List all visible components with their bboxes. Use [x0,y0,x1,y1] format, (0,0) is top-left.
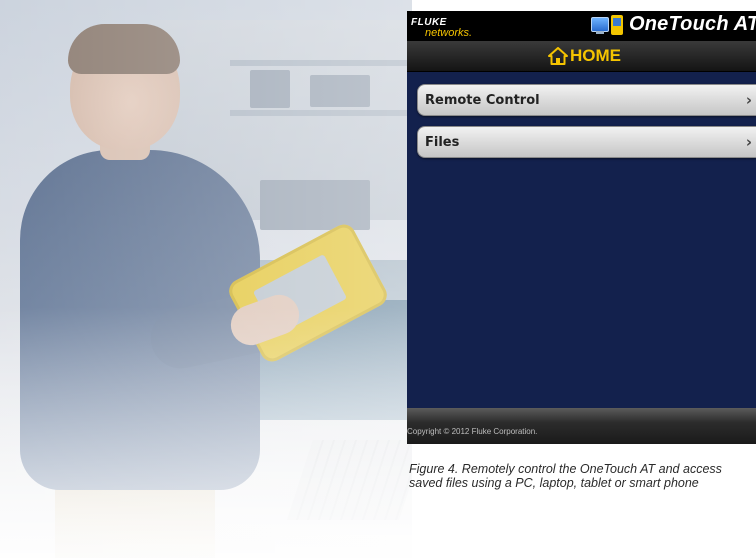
remote-app-screen: FLUKE networks. OneTouch AT HOME Remote … [407,11,756,444]
chevron-right-icon: › [745,91,752,109]
app-footer: Copyright © 2012 Fluke Corporation. [407,408,756,444]
menu-item-files[interactable]: Files › [417,126,756,158]
home-title: HOME [548,46,621,66]
pc-stand [596,31,604,34]
home-menu: Remote Control › Files › [417,84,756,168]
brand-bottom: networks. [425,27,473,39]
nav-title: HOME [570,46,621,65]
menu-item-label: Files [425,135,460,150]
product-icons [591,15,627,37]
nav-bar: HOME [407,41,756,72]
product-name: OneTouch AT [629,13,756,35]
menu-item-remote-control[interactable]: Remote Control › [417,84,756,116]
menu-item-label: Remote Control [425,93,540,108]
copyright-text: Copyright © 2012 Fluke Corporation. [407,427,538,436]
tester-icon [611,15,623,35]
pc-icon [591,17,609,32]
photo-fade-overlay [0,0,412,558]
home-icon[interactable] [548,47,568,65]
figure-caption: Figure 4. Remotely control the OneTouch … [409,462,722,490]
chevron-right-icon: › [745,133,752,151]
app-header: FLUKE networks. OneTouch AT [407,11,756,41]
fluke-networks-logo: FLUKE networks. [411,13,472,39]
technician-photo [0,0,412,558]
